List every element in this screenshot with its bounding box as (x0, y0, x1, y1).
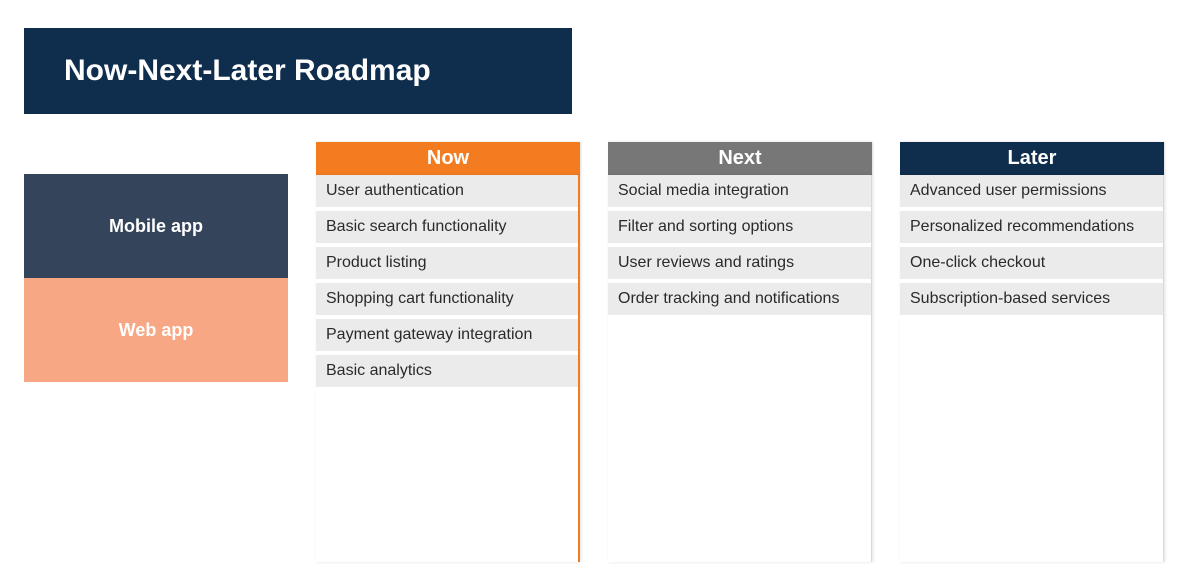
roadmap-item: One-click checkout (900, 247, 1163, 279)
roadmap-item: Filter and sorting options (608, 211, 871, 243)
column-body-now: User authentication Basic search functio… (316, 175, 580, 562)
column-next: Next Social media integration Filter and… (608, 142, 872, 562)
roadmap-item: Payment gateway integration (316, 319, 578, 351)
roadmap-item: User authentication (316, 175, 578, 207)
roadmap-item: User reviews and ratings (608, 247, 871, 279)
column-header-later: Later (900, 142, 1164, 175)
roadmap-item: Subscription-based services (900, 283, 1163, 315)
category-column: Mobile app Web app (24, 174, 288, 382)
roadmap-title: Now-Next-Later Roadmap (24, 28, 572, 114)
roadmap-item: Basic search functionality (316, 211, 578, 243)
roadmap-grid: Mobile app Web app Now User authenticati… (24, 142, 1176, 562)
column-later: Later Advanced user permissions Personal… (900, 142, 1164, 562)
roadmap-item: Social media integration (608, 175, 871, 207)
category-web-app: Web app (24, 278, 288, 382)
roadmap-item: Shopping cart functionality (316, 283, 578, 315)
column-header-now: Now (316, 142, 580, 175)
column-body-later: Advanced user permissions Personalized r… (900, 175, 1164, 562)
category-mobile-app: Mobile app (24, 174, 288, 278)
column-header-next: Next (608, 142, 872, 175)
roadmap-item: Basic analytics (316, 355, 578, 387)
column-body-next: Social media integration Filter and sort… (608, 175, 872, 562)
roadmap-item: Advanced user permissions (900, 175, 1163, 207)
roadmap-item: Order tracking and notifications (608, 283, 871, 315)
column-now: Now User authentication Basic search fun… (316, 142, 580, 562)
roadmap-item: Personalized recommendations (900, 211, 1163, 243)
roadmap-item: Product listing (316, 247, 578, 279)
